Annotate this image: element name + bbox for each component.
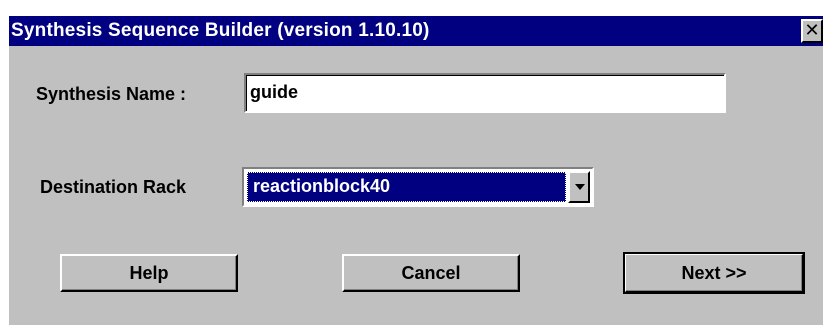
next-button-bevel xyxy=(626,255,802,291)
window-title: Synthesis Sequence Builder (version 1.10… xyxy=(11,20,430,41)
chevron-down-icon xyxy=(575,184,585,190)
synthesis-name-label: Synthesis Name : xyxy=(36,84,187,104)
dialog-body: Synthesis Name : guide Destination Rack … xyxy=(9,46,823,325)
cancel-button-bevel xyxy=(344,256,518,290)
synthesis-name-input-frame xyxy=(246,75,724,111)
cancel-button[interactable]: Cancel xyxy=(342,254,520,292)
destination-rack-value: reactionblock40 xyxy=(253,176,391,196)
close-button[interactable]: ✕ xyxy=(801,19,823,43)
synthesis-name-input[interactable]: guide xyxy=(244,73,726,113)
close-icon: ✕ xyxy=(804,20,820,40)
destination-rack-selection: reactionblock40 xyxy=(247,172,566,202)
title-bar[interactable]: Synthesis Sequence Builder (version 1.10… xyxy=(9,16,823,46)
help-button[interactable]: Help xyxy=(60,254,238,292)
dropdown-button[interactable] xyxy=(568,171,590,203)
synthesis-name-value: guide xyxy=(250,82,298,102)
destination-rack-select[interactable]: reactionblock40 xyxy=(242,167,594,207)
next-button[interactable]: Next >> xyxy=(623,252,805,294)
destination-rack-label: Destination Rack xyxy=(40,177,187,197)
synthesis-dialog: Synthesis Sequence Builder (version 1.10… xyxy=(0,0,823,325)
help-button-bevel xyxy=(62,256,236,290)
